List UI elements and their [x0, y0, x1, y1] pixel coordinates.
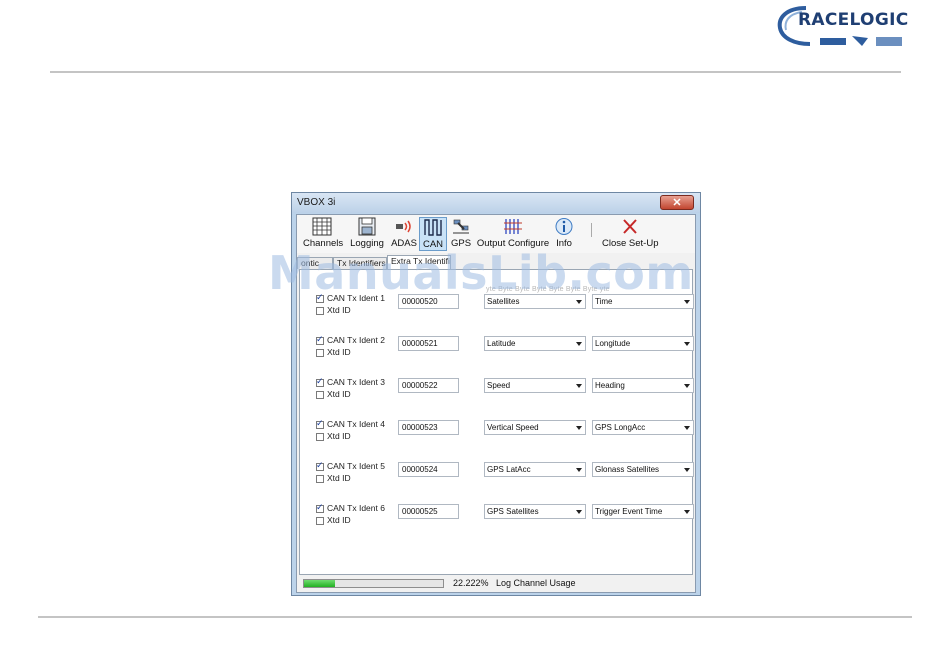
dropdown-arrow-icon [684, 342, 690, 346]
tx-ident-row: CAN Tx Ident 4 Xtd ID 00000523 Vertical … [300, 418, 694, 455]
xtd-id-checkbox[interactable] [316, 391, 324, 399]
window-titlebar[interactable]: VBOX 3i ✕ [292, 193, 700, 213]
byte-select-value: GPS Satellites [487, 507, 539, 516]
output-config-icon [504, 219, 522, 234]
tx-ident-label: CAN Tx Ident 6 [327, 503, 385, 513]
tx-ident-id-field[interactable]: 00000521 [398, 336, 459, 351]
byte-select-2[interactable]: Glonass Satellites [592, 462, 694, 477]
tx-ident-label: CAN Tx Ident 4 [327, 419, 385, 429]
tx-ident-row: CAN Tx Ident 2 Xtd ID 00000521 Latitude … [300, 334, 694, 371]
satellite-icon [453, 219, 469, 234]
tx-ident-label: CAN Tx Ident 2 [327, 335, 385, 345]
xtd-id-checkbox[interactable] [316, 475, 324, 483]
byte-select-2[interactable]: GPS LongAcc [592, 420, 694, 435]
xtd-id-label: Xtd ID [327, 347, 351, 357]
usage-percent: 22.222% [453, 578, 489, 588]
radar-icon [396, 220, 411, 233]
byte-select-2[interactable]: Trigger Event Time [592, 504, 694, 519]
tx-ident-row: CAN Tx Ident 3 Xtd ID 00000522 Speed Hea… [300, 376, 694, 413]
dropdown-arrow-icon [684, 426, 690, 430]
byte-select-value: Speed [487, 381, 511, 390]
dropdown-arrow-icon [684, 468, 690, 472]
tx-ident-id-field[interactable]: 00000523 [398, 420, 459, 435]
xtd-id-checkbox[interactable] [316, 307, 324, 315]
dropdown-arrow-icon [576, 342, 582, 346]
dropdown-arrow-icon [684, 510, 690, 514]
close-x-icon [623, 219, 637, 234]
tx-ident-enable-checkbox[interactable] [316, 502, 324, 513]
tx-ident-enable-checkbox[interactable] [316, 376, 324, 387]
byte-select-1[interactable]: Vertical Speed [484, 420, 586, 435]
toolbar-separator [591, 223, 592, 237]
dropdown-arrow-icon [576, 384, 582, 388]
can-signal-icon [424, 219, 442, 236]
progress-fill [304, 580, 335, 587]
tx-ident-id-field[interactable]: 00000525 [398, 504, 459, 519]
log-channel-usage-progress [303, 579, 444, 588]
byte-select-value: Longitude [595, 339, 631, 348]
xtd-id-checkbox[interactable] [316, 349, 324, 357]
byte-select-2[interactable]: Heading [592, 378, 694, 393]
status-bar: 22.222% Log Channel Usage [299, 577, 693, 591]
byte-select-1[interactable]: Speed [484, 378, 586, 393]
tx-ident-enable-checkbox[interactable] [316, 334, 324, 345]
grid-icon [312, 217, 332, 236]
byte-select-value: Vertical Speed [487, 423, 539, 432]
close-icon: ✕ [672, 197, 682, 209]
watermark: ManualsLib.com [268, 246, 694, 300]
byte-select-value: GPS LongAcc [595, 423, 646, 432]
xtd-id-label: Xtd ID [327, 515, 351, 525]
byte-select-1[interactable]: GPS LatAcc [484, 462, 586, 477]
tx-ident-label: CAN Tx Ident 3 [327, 377, 385, 387]
byte-select-2[interactable]: Longitude [592, 336, 694, 351]
xtd-id-checkbox[interactable] [316, 433, 324, 441]
floppy-disk-icon [358, 217, 376, 236]
usage-label: Log Channel Usage [496, 578, 576, 588]
logo-wordmark: RACELOGIC [798, 10, 909, 30]
xtd-id-label: Xtd ID [327, 305, 351, 315]
byte-select-value: Heading [595, 381, 625, 390]
xtd-id-label: Xtd ID [327, 431, 351, 441]
racelogic-logo: RACELOGIC [776, 4, 909, 52]
xtd-id-label: Xtd ID [327, 473, 351, 483]
tx-ident-row: CAN Tx Ident 6 Xtd ID 00000525 GPS Satel… [300, 502, 694, 539]
dropdown-arrow-icon [576, 426, 582, 430]
byte-select-value: Trigger Event Time [595, 507, 663, 516]
dropdown-arrow-icon [576, 468, 582, 472]
dropdown-arrow-icon [576, 300, 582, 304]
byte-select-value: Latitude [487, 339, 516, 348]
byte-select-value: Glonass Satellites [595, 465, 660, 474]
window-title: VBOX 3i [297, 197, 336, 208]
tx-ident-enable-checkbox[interactable] [316, 418, 324, 429]
window-close-button[interactable]: ✕ [660, 195, 694, 210]
dropdown-arrow-icon [684, 384, 690, 388]
dropdown-arrow-icon [576, 510, 582, 514]
tx-ident-id-field[interactable]: 00000522 [398, 378, 459, 393]
footer-divider [38, 616, 912, 618]
xtd-id-label: Xtd ID [327, 389, 351, 399]
tx-ident-row: CAN Tx Ident 5 Xtd ID 00000524 GPS LatAc… [300, 460, 694, 497]
byte-select-1[interactable]: Latitude [484, 336, 586, 351]
byte-select-value: GPS LatAcc [487, 465, 531, 474]
tx-ident-label: CAN Tx Ident 5 [327, 461, 385, 471]
xtd-id-checkbox[interactable] [316, 517, 324, 525]
header-divider [50, 71, 901, 73]
dropdown-arrow-icon [684, 300, 690, 304]
info-icon [555, 218, 573, 235]
byte-select-1[interactable]: GPS Satellites [484, 504, 586, 519]
tx-ident-enable-checkbox[interactable] [316, 460, 324, 471]
extra-tx-identifiers-panel: yte Byte Byte Byte Byte Byte Byte yte CA… [299, 269, 694, 575]
tx-ident-id-field[interactable]: 00000524 [398, 462, 459, 477]
